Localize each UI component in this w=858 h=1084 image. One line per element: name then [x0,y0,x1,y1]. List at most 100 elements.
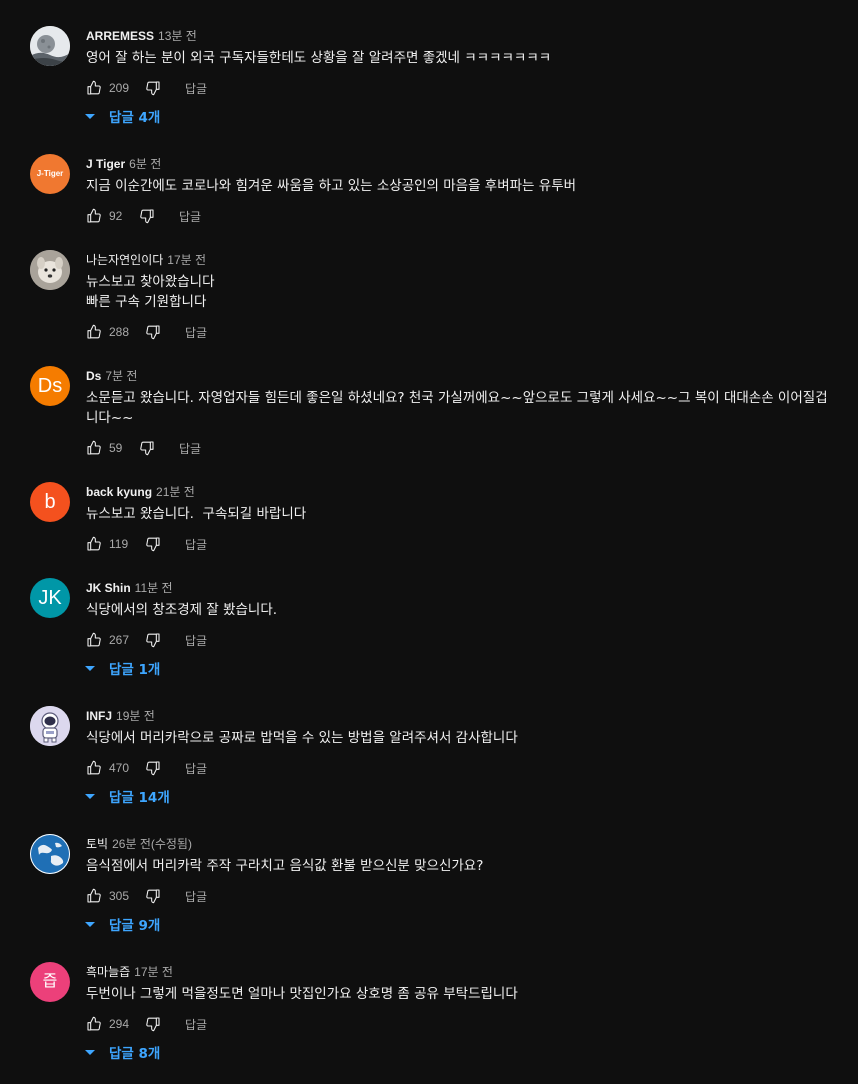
thumbs-down-icon[interactable] [143,630,163,650]
thumbs-down-icon[interactable] [143,758,163,778]
replies-count-label: 답글 14개 [109,790,170,806]
thumbs-up-icon[interactable] [84,206,104,226]
view-replies-button[interactable]: 답글 4개 [84,104,160,128]
author-name[interactable]: J Tiger [86,157,125,171]
comment-header: 나는자연인이다 17분 전 [86,252,206,268]
avatar[interactable]: b [30,482,70,522]
thumbs-up-icon[interactable] [84,78,104,98]
caret-down-icon [85,113,95,119]
thumbs-down-icon[interactable] [143,1014,163,1034]
avatar[interactable]: Ds [30,366,70,406]
thumbs-up-icon[interactable] [84,1014,104,1034]
comment-header: J Tiger 6분 전 [86,156,161,172]
thumbs-down-icon[interactable] [137,438,157,458]
author-name[interactable]: back kyung [86,485,152,499]
reply-button[interactable]: 답글 [185,324,207,341]
view-replies-button[interactable]: 답글 8개 [84,1040,160,1064]
comment-actions: 92 답글 [84,204,201,228]
like-count: 59 [109,441,123,455]
avatar[interactable]: 즙 [30,962,70,1002]
author-name[interactable]: Ds [86,369,101,383]
author-name[interactable]: JK Shin [86,581,131,595]
reply-button[interactable]: 답글 [185,1016,207,1033]
avatar-letters: Ds [37,375,63,397]
thumbs-up-icon[interactable] [84,630,104,650]
view-replies-button[interactable]: 답글 9개 [84,912,160,936]
view-replies-button[interactable]: 답글 14개 [84,784,170,808]
view-replies-button[interactable]: 답글 1개 [84,656,160,680]
author-name[interactable]: 나는자연인이다 [86,253,163,267]
comment-time[interactable]: 13분 전 [158,29,197,43]
astronaut-illustration-icon [30,706,70,746]
dog-photo-icon [30,250,70,290]
comment-text: 영어 잘 하는 분이 외국 구독자들한테도 상황을 잘 알려주면 좋겠네 ㅋㅋㅋ… [86,50,552,66]
like-count: 305 [109,889,130,903]
thumbs-up-icon[interactable] [84,758,104,778]
avatar-letters: b [44,491,56,513]
comment-text: 음식점에서 머리카락 주작 구라치고 음식값 환불 받으신분 맞으신가요? [86,858,484,874]
moon-landscape-photo-icon [30,26,70,66]
comment-actions: 288 답글 [84,320,207,344]
comment-header: JK Shin 11분 전 [86,580,173,596]
replies-count-label: 답글 8개 [109,1046,161,1062]
comment-text: 두번이나 그렇게 먹을정도면 얼마나 맛집인가요 상호명 좀 공유 부탁드립니다 [86,986,518,1002]
thumbs-down-icon[interactable] [143,322,163,342]
author-name[interactable]: 토빅 [86,837,108,851]
comment-actions: 305 답글 [84,884,207,908]
reply-button[interactable]: 답글 [179,208,201,225]
reply-button[interactable]: 답글 [185,80,207,97]
comment-time[interactable]: 21분 전 [156,485,195,499]
avatar[interactable]: J-Tiger [30,154,70,194]
thumbs-up-icon[interactable] [84,886,104,906]
like-count: 294 [109,1017,130,1031]
caret-down-icon [85,1049,95,1055]
replies-count-label: 답글 1개 [109,662,161,678]
reply-button[interactable]: 답글 [185,536,207,553]
avatar[interactable] [30,706,70,746]
avatar[interactable] [30,834,70,874]
caret-down-icon [85,793,95,799]
comment-text: 뉴스보고 왔습니다. 구속되길 바랍니다 [86,506,307,522]
avatar-letters: 즙 [42,973,58,990]
comment-time[interactable]: 17분 전 [167,253,206,267]
thumbs-down-icon[interactable] [143,534,163,554]
comment-time[interactable]: 6분 전 [129,157,161,171]
avatar-letters: J-Tiger [36,169,64,178]
thumbs-down-icon[interactable] [143,886,163,906]
reply-button[interactable]: 답글 [185,760,207,777]
thumbs-down-icon[interactable] [137,206,157,226]
comment-header: Ds 7분 전 [86,368,137,384]
reply-button[interactable]: 답글 [179,440,201,457]
comment-text: 뉴스보고 찾아왔습니다 빠른 구속 기원합니다 [86,274,215,310]
author-name[interactable]: INFJ [86,709,112,723]
like-count: 92 [109,209,123,223]
avatar[interactable] [30,250,70,290]
comment-header: ARREMESS 13분 전 [86,28,197,44]
comment-header: back kyung 21분 전 [86,484,195,500]
author-name[interactable]: 흑마늘즙 [86,965,130,979]
comment-text: 소문듣고 왔습니다. 자영업자들 힘든데 좋은일 하셨네요? 천국 가실꺼에요~… [86,390,828,426]
thumbs-down-icon[interactable] [143,78,163,98]
comment-time[interactable]: 26분 전(수정됨) [112,837,192,851]
comment-actions: 119 답글 [84,532,207,556]
caret-down-icon [85,921,95,927]
like-count: 470 [109,761,130,775]
thumbs-up-icon[interactable] [84,438,104,458]
thumbs-up-icon[interactable] [84,534,104,554]
like-count: 119 [109,537,129,551]
thumbs-up-icon[interactable] [84,322,104,342]
reply-button[interactable]: 답글 [185,632,207,649]
author-name[interactable]: ARREMESS [86,29,154,43]
comment-time[interactable]: 17분 전 [134,965,173,979]
replies-count-label: 답글 9개 [109,918,161,934]
comment-time[interactable]: 11분 전 [135,581,173,595]
comment-text: 지금 이순간에도 코로나와 힘겨운 싸움을 하고 있는 소상공인의 마음을 후벼… [86,178,577,194]
comment-time[interactable]: 19분 전 [116,709,155,723]
reply-button[interactable]: 답글 [185,888,207,905]
like-count: 288 [109,325,130,339]
caret-down-icon [85,665,95,671]
avatar[interactable] [30,26,70,66]
avatar[interactable]: JK [30,578,70,618]
comment-time[interactable]: 7분 전 [105,369,137,383]
comment-header: 토빅 26분 전(수정됨) [86,836,192,852]
